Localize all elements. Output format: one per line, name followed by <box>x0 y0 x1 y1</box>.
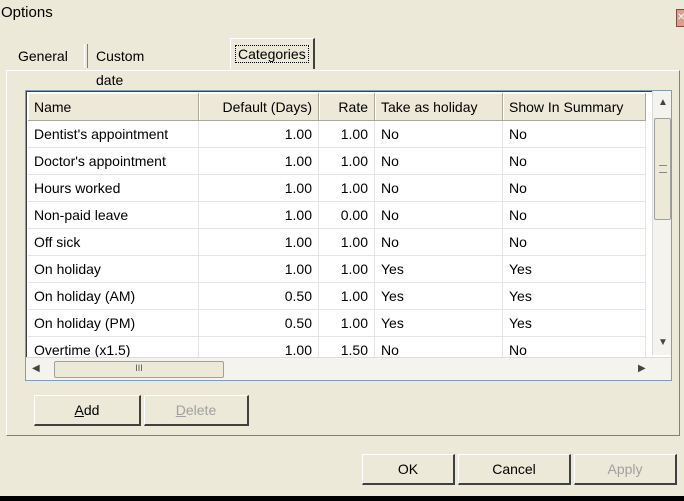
category-show-in-summary: Yes <box>502 309 646 337</box>
category-name: Non-paid leave <box>28 201 199 229</box>
window-title: Options <box>1 4 53 21</box>
category-name: On holiday <box>28 255 199 283</box>
category-default-days: 1.00 <box>198 174 319 202</box>
category-name: On holiday (PM) <box>28 309 199 337</box>
category-default-days: 0.50 <box>198 309 319 337</box>
delete-mnemonic: D <box>175 402 186 418</box>
ok-button[interactable]: OK <box>362 454 455 485</box>
category-default-days: 1.00 <box>198 201 319 229</box>
column-header-rate[interactable]: Rate <box>318 93 375 121</box>
category-show-in-summary: No <box>502 228 646 256</box>
category-take-as-holiday: Yes <box>374 309 503 337</box>
vertical-scrollbar[interactable]: ▲ ▼ <box>652 91 671 355</box>
category-show-in-summary: Yes <box>502 282 646 310</box>
categories-list[interactable]: Name Default (Days) Rate Take as holiday… <box>25 90 672 381</box>
add-mnemonic: A <box>74 402 84 418</box>
scroll-right-icon[interactable]: ▶ <box>638 363 646 374</box>
category-rate: 1.00 <box>318 147 375 175</box>
category-rate: 1.00 <box>318 120 375 148</box>
category-rate: 0.00 <box>318 201 375 229</box>
category-rate: 1.00 <box>318 309 375 337</box>
table-row[interactable]: On holiday (PM) 0.50 1.00 Yes Yes <box>28 309 646 337</box>
category-take-as-holiday: Yes <box>374 255 503 283</box>
scroll-left-icon[interactable]: ◀ <box>32 363 40 374</box>
add-label: dd <box>83 402 100 418</box>
category-show-in-summary: No <box>502 174 646 202</box>
category-rate: 1.00 <box>318 174 375 202</box>
category-name: Dentist's appointment <box>28 120 199 148</box>
delete-label: elete <box>185 402 217 418</box>
column-header-name[interactable]: Name <box>28 93 199 121</box>
title-bar[interactable]: Options ✕ <box>0 0 684 28</box>
category-rate: 1.00 <box>318 228 375 256</box>
table-row[interactable]: Off sick 1.00 1.00 No No <box>28 228 646 256</box>
delete-button[interactable]: Delete <box>144 395 249 426</box>
category-show-in-summary: No <box>502 147 646 175</box>
scroll-up-icon[interactable]: ▲ <box>658 97 668 108</box>
category-default-days: 1.00 <box>198 255 319 283</box>
grip-icon <box>659 165 667 173</box>
close-icon[interactable]: ✕ <box>676 9 684 27</box>
category-take-as-holiday: No <box>374 201 503 229</box>
header-row: Name Default (Days) Rate Take as holiday… <box>28 93 646 121</box>
category-name: Off sick <box>28 228 199 256</box>
horizontal-scroll-thumb[interactable]: III <box>54 361 224 378</box>
category-default-days: 1.00 <box>198 120 319 148</box>
category-take-as-holiday: No <box>374 174 503 202</box>
tab-categories[interactable]: Categories <box>230 38 315 69</box>
add-button[interactable]: Add <box>34 395 141 426</box>
category-show-in-summary: Yes <box>502 255 646 283</box>
tab-general[interactable]: General <box>14 44 72 68</box>
category-show-in-summary: No <box>502 201 646 229</box>
category-show-in-summary: No <box>502 120 646 148</box>
tab-categories-label: Categories <box>235 45 309 63</box>
category-name: Doctor's appointment <box>28 147 199 175</box>
category-default-days: 0.50 <box>198 282 319 310</box>
table-row[interactable]: On holiday (AM) 0.50 1.00 Yes Yes <box>28 282 646 310</box>
scroll-down-icon[interactable]: ▼ <box>658 337 668 348</box>
category-default-days: 1.00 <box>198 228 319 256</box>
category-rate: 1.00 <box>318 282 375 310</box>
column-header-default-days[interactable]: Default (Days) <box>198 93 319 121</box>
tab-divider <box>84 44 88 68</box>
cancel-button[interactable]: Cancel <box>458 454 571 485</box>
options-window: Options ✕ General Custom date range Cate… <box>0 0 684 496</box>
category-name: On holiday (AM) <box>28 282 199 310</box>
table-row[interactable]: On holiday 1.00 1.00 Yes Yes <box>28 255 646 283</box>
categories-table: Name Default (Days) Rate Take as holiday… <box>28 93 646 364</box>
table-row[interactable]: Non-paid leave 1.00 0.00 No No <box>28 201 646 229</box>
category-take-as-holiday: No <box>374 228 503 256</box>
column-header-take-as-holiday[interactable]: Take as holiday <box>374 93 503 121</box>
category-take-as-holiday: No <box>374 147 503 175</box>
table-row[interactable]: Dentist's appointment 1.00 1.00 No No <box>28 120 646 148</box>
category-rate: 1.00 <box>318 255 375 283</box>
table-row[interactable]: Hours worked 1.00 1.00 No No <box>28 174 646 202</box>
category-take-as-holiday: No <box>374 120 503 148</box>
category-take-as-holiday: Yes <box>374 282 503 310</box>
column-header-show-in-summary[interactable]: Show In Summary <box>502 93 646 121</box>
vertical-scroll-thumb[interactable] <box>654 118 671 220</box>
category-name: Hours worked <box>28 174 199 202</box>
table-row[interactable]: Doctor's appointment 1.00 1.00 No No <box>28 147 646 175</box>
category-default-days: 1.00 <box>198 147 319 175</box>
tab-custom-date-range[interactable]: Custom date range <box>92 44 148 112</box>
apply-button[interactable]: Apply <box>574 454 677 485</box>
horizontal-scrollbar[interactable]: ◀ III ▶ <box>26 357 671 380</box>
